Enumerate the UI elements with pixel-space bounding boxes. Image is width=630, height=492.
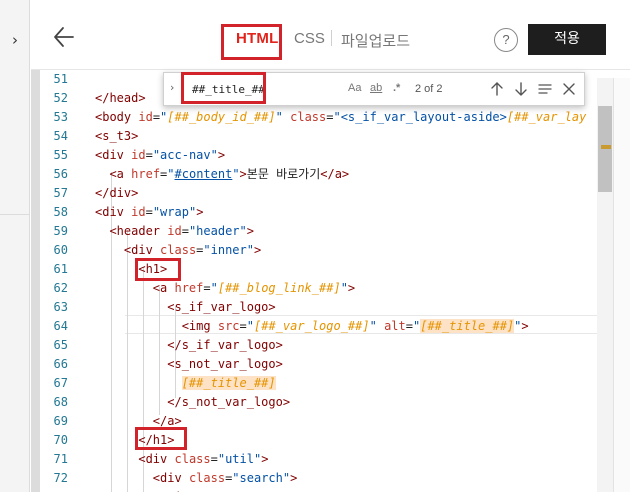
line-number: 68 — [53, 395, 68, 409]
code-line[interactable]: 57 </div> — [40, 184, 600, 203]
line-number: 51 — [53, 72, 68, 86]
line-number: 64 — [53, 319, 68, 333]
code-text: </head> — [95, 91, 146, 105]
code-line[interactable]: 73 <input — [40, 488, 600, 492]
code-text: <a href="#content">본문 바로가기</a> — [109, 167, 350, 181]
regex-toggle[interactable]: .* — [393, 82, 400, 94]
toggle-replace-icon[interactable]: › — [170, 81, 174, 94]
code-line[interactable]: 60 <div class="inner"> — [40, 241, 600, 260]
line-number: 58 — [53, 205, 68, 219]
line-number: 54 — [53, 129, 68, 143]
help-icon[interactable]: ? — [494, 28, 518, 52]
code-text: <div class="search"> — [152, 471, 298, 485]
line-number: 66 — [53, 357, 68, 371]
find-in-selection-icon[interactable] — [538, 81, 552, 97]
line-number: 52 — [53, 91, 68, 105]
code-line[interactable]: 68 </s_not_var_logo> — [40, 393, 600, 412]
code-line[interactable]: 59 <header id="header"> — [40, 222, 600, 241]
line-number: 55 — [53, 148, 68, 162]
line-number: 65 — [53, 338, 68, 352]
line-number: 67 — [53, 376, 68, 390]
annotation-box-find-input — [181, 72, 266, 104]
code-line[interactable]: 56 <a href="#content">본문 바로가기</a> — [40, 165, 600, 184]
editor-gutter-bar — [31, 70, 40, 492]
scrollbar-thumb[interactable] — [598, 106, 612, 192]
arrow-down-icon[interactable] — [514, 81, 528, 97]
code-text: <s_if_var_logo> — [167, 300, 276, 314]
divider — [0, 214, 30, 215]
code-line[interactable]: 70 </h1> — [40, 431, 600, 450]
match-count: 2 of 2 — [415, 83, 443, 95]
line-number: 72 — [53, 471, 68, 485]
code-text: <div id="wrap"> — [95, 205, 204, 219]
code-line[interactable]: 65 </s_if_var_logo> — [40, 336, 600, 355]
line-number: 70 — [53, 433, 68, 447]
line-number: 53 — [53, 110, 68, 124]
code-text: </s_if_var_logo> — [167, 338, 283, 352]
line-number: 59 — [53, 224, 68, 238]
code-line[interactable]: 62 <a href="[##_blog_link_##]"> — [40, 279, 600, 298]
code-line[interactable]: 53 <body id="[##_body_id_##]" class="<s_i… — [40, 108, 600, 127]
annotation-box-html-tab — [221, 24, 282, 60]
code-text: </s_not_var_logo> — [167, 395, 291, 409]
line-number: 63 — [53, 300, 68, 314]
code-line[interactable]: 55 <div id="acc-nav"> — [40, 146, 600, 165]
tab-css[interactable]: CSS — [294, 30, 325, 47]
overview-ruler — [613, 78, 630, 492]
code-text: [##_title_##] — [181, 376, 276, 390]
line-number: 56 — [53, 167, 68, 181]
match-case-toggle[interactable]: Aa — [348, 82, 361, 94]
code-text: </div> — [95, 186, 139, 200]
code-text: <a href="[##_blog_link_##]"> — [152, 281, 356, 295]
code-text: <s_not_var_logo> — [167, 357, 283, 371]
code-text: <body id="[##_body_id_##]" class="<s_if_… — [95, 110, 587, 124]
search-match-marker — [601, 145, 611, 149]
code-editor[interactable]: 51 52 </head> 53 <body id="[##_body_id_##]" … — [31, 70, 630, 492]
line-number: 60 — [53, 243, 68, 257]
annotation-box-h1-open — [135, 258, 181, 281]
left-panel-strip: › — [0, 0, 30, 492]
arrow-left-icon[interactable] — [49, 22, 79, 52]
code-line[interactable]: 58 <div id="wrap"> — [40, 203, 600, 222]
code-line[interactable]: 63 <s_if_var_logo> — [40, 298, 600, 317]
line-number: 57 — [53, 186, 68, 200]
tab-file-upload[interactable]: 파일업로드 — [341, 30, 410, 51]
code-text: <div id="acc-nav"> — [95, 148, 226, 162]
code-line[interactable]: 72 <div class="search"> — [40, 469, 600, 488]
code-line[interactable]: 69 </a> — [40, 412, 600, 431]
code-text: <div class="util"> — [138, 452, 269, 466]
arrow-up-icon[interactable] — [490, 81, 504, 97]
editor-header: HTML CSS 파일업로드 ? 적용 — [31, 0, 630, 70]
code-line[interactable]: 67 [##_title_##] — [40, 374, 600, 393]
expand-panel-icon[interactable]: › — [0, 22, 30, 58]
line-number: 62 — [53, 281, 68, 295]
code-text: <img src="[##_var_logo_##]" alt="[##_tit… — [181, 319, 529, 333]
line-number: 69 — [53, 414, 68, 428]
code-text: <input — [95, 488, 210, 492]
line-number: 73 — [40, 488, 68, 492]
whole-word-toggle[interactable]: ab — [370, 82, 382, 94]
code-line[interactable]: 64 <img src="[##_var_logo_##]" alt="[##_… — [40, 317, 600, 336]
code-text: <header id="header"> — [109, 224, 254, 238]
close-icon[interactable] — [562, 81, 576, 97]
code-line[interactable]: 66 <s_not_var_logo> — [40, 355, 600, 374]
annotation-box-h1-close — [135, 427, 187, 450]
code-line[interactable]: 54 <s_t3> — [40, 127, 600, 146]
line-number: 71 — [53, 452, 68, 466]
tab-separator — [331, 30, 332, 46]
code-text: <s_t3> — [95, 129, 139, 143]
code-line[interactable]: 61 <h1> — [40, 260, 600, 279]
apply-button[interactable]: 적용 — [528, 24, 606, 55]
code-line[interactable]: 71 <div class="util"> — [40, 450, 600, 469]
line-number: 61 — [53, 262, 68, 276]
